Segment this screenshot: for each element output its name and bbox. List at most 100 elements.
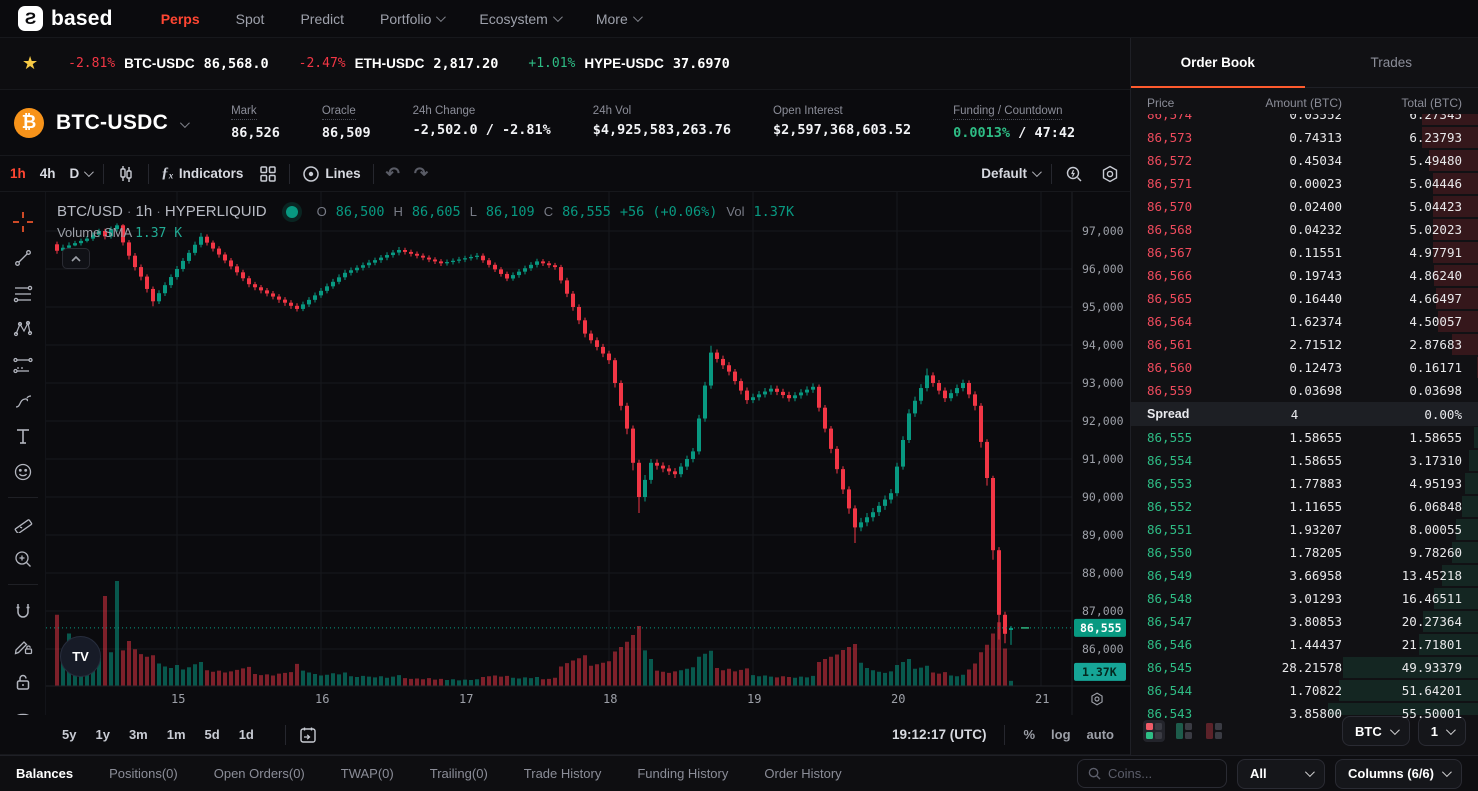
range-1d[interactable]: 1d [239, 727, 254, 742]
ticker-item[interactable]: +1.01% HYPE-USDC 37.6970 [528, 56, 729, 72]
range-1m[interactable]: 1m [167, 727, 186, 742]
tab-trades[interactable]: Trades [1305, 38, 1478, 87]
fib-retracement-tool-icon[interactable] [6, 277, 40, 310]
book-view-combined-icon[interactable] [1143, 720, 1165, 742]
range-5y[interactable]: 5y [62, 727, 76, 742]
emoji-tool-icon[interactable] [6, 455, 40, 488]
bottom-tab-balances[interactable]: Balances [16, 766, 73, 781]
order-book-row-ask[interactable]: 86,571 0.00023 5.04446 [1131, 172, 1478, 195]
stat-label[interactable]: Mark [231, 105, 257, 120]
order-book-row-ask[interactable]: 86,566 0.19743 4.86240 [1131, 264, 1478, 287]
ticker-item[interactable]: -2.81% BTC-USDC 86,568.0 [68, 56, 269, 72]
nav-item-predict[interactable]: Predict [300, 11, 344, 27]
scale-auto[interactable]: auto [1087, 727, 1114, 742]
forecast-tool-icon[interactable] [6, 349, 40, 382]
filter-all-select[interactable]: All [1237, 758, 1326, 789]
chevron-down-icon[interactable] [180, 118, 190, 129]
coins-search-input[interactable] [1108, 766, 1209, 781]
candle-style-icon[interactable] [116, 164, 136, 184]
drawing-mode-lock-tool-icon[interactable] [6, 630, 40, 663]
order-book-row-bid[interactable]: 86,552 1.11655 6.06848 [1131, 495, 1478, 518]
order-book-row-ask[interactable]: 86,567 0.11551 4.97791 [1131, 241, 1478, 264]
order-book-row-ask[interactable]: 86,560 0.12473 0.16171 [1131, 356, 1478, 379]
order-book-row-ask[interactable]: 86,568 0.04232 5.02023 [1131, 218, 1478, 241]
order-book-row-bid[interactable]: 86,543 3.85800 55.50001 [1131, 702, 1478, 718]
order-book-row-bid[interactable]: 86,550 1.78205 9.78260 [1131, 541, 1478, 564]
order-book-row-bid[interactable]: 86,546 1.44437 21.71801 [1131, 633, 1478, 656]
chart-area[interactable]: 97,000 96,000 95,000 94,000 93,000 92,000 91,0… [46, 192, 1130, 715]
range-3m[interactable]: 3m [129, 727, 148, 742]
nav-item-more[interactable]: More [596, 11, 643, 27]
bottom-tab-trailing-[interactable]: Trailing(0) [430, 766, 488, 781]
order-book-row-ask[interactable]: 86,570 0.02400 5.04423 [1131, 195, 1478, 218]
ruler-tool-icon[interactable] [6, 507, 40, 540]
text-tool-icon[interactable] [6, 420, 40, 453]
book-view-asks-icon[interactable] [1203, 720, 1225, 742]
interval-d[interactable]: D [70, 166, 95, 181]
order-book-row-bid[interactable]: 86,553 1.77883 4.95193 [1131, 472, 1478, 495]
legend-symbol[interactable]: BTC/USD · 1h · HYPERLIQUID [57, 203, 267, 220]
star-icon[interactable]: ★ [22, 53, 38, 74]
stat-label[interactable]: Oracle [321, 105, 356, 120]
brush-tool-icon[interactable] [6, 384, 40, 417]
range-5d[interactable]: 5d [205, 727, 220, 742]
order-book-row-bid[interactable]: 86,548 3.01293 16.46511 [1131, 587, 1478, 610]
order-book-row-bid[interactable]: 86,544 1.70822 51.64201 [1131, 679, 1478, 702]
bottom-tab-trade-history[interactable]: Trade History [524, 766, 602, 781]
order-book-row-ask[interactable]: 86,574 0.03552 6.27345 [1131, 114, 1478, 126]
book-asset-select[interactable]: BTC [1342, 716, 1410, 746]
order-book-row-ask[interactable]: 86,564 1.62374 4.50057 [1131, 310, 1478, 333]
order-book-row-ask[interactable]: 86,565 0.16440 4.66497 [1131, 287, 1478, 310]
brand-logo[interactable]: Ƨ based [18, 6, 113, 31]
order-book-row-bid[interactable]: 86,555 1.58655 1.58655 [1131, 426, 1478, 449]
order-book-row-ask[interactable]: 86,573 0.74313 6.23793 [1131, 126, 1478, 149]
chart-settings-icon[interactable] [1100, 164, 1120, 184]
scale-percent[interactable]: % [1023, 727, 1035, 742]
legend-collapse-button[interactable] [62, 248, 90, 269]
bottom-tab-twap-[interactable]: TWAP(0) [341, 766, 394, 781]
interval-1h[interactable]: 1h [10, 166, 26, 181]
book-grouping-select[interactable]: 1 [1417, 716, 1466, 746]
volume-sma-legend[interactable]: Volume SMA 1.37 K [57, 225, 182, 241]
nav-item-ecosystem[interactable]: Ecosystem [479, 11, 563, 27]
scale-log[interactable]: log [1051, 727, 1071, 742]
nav-item-spot[interactable]: Spot [236, 11, 265, 27]
undo-button[interactable]: ↶ [386, 164, 400, 184]
order-book-row-bid[interactable]: 86,545 28.21578 49.93379 [1131, 656, 1478, 679]
book-view-bids-icon[interactable] [1173, 720, 1195, 742]
zoom-in-tool-icon[interactable] [6, 543, 40, 576]
bottom-tab-funding-history[interactable]: Funding History [637, 766, 728, 781]
columns-select[interactable]: Columns (6/6) [1335, 758, 1462, 789]
interval-4h[interactable]: 4h [40, 166, 56, 181]
layout-select[interactable]: Default [981, 166, 1042, 181]
tradingview-logo[interactable]: TV [60, 636, 101, 677]
tab-order-book[interactable]: Order Book [1131, 38, 1305, 87]
order-book-row-ask[interactable]: 86,559 0.03698 0.03698 [1131, 379, 1478, 402]
magnet-tool-icon[interactable] [6, 594, 40, 627]
order-book-row-bid[interactable]: 86,549 3.66958 13.45218 [1131, 564, 1478, 587]
bottom-tab-positions-[interactable]: Positions(0) [109, 766, 178, 781]
candlestick-chart[interactable]: 97,000 96,000 95,000 94,000 93,000 92,000 91,0… [46, 192, 1130, 715]
bottom-tab-order-history[interactable]: Order History [764, 766, 841, 781]
order-book-row-bid[interactable]: 86,554 1.58655 3.17310 [1131, 449, 1478, 472]
go-to-date-icon[interactable] [298, 725, 318, 745]
nav-item-portfolio[interactable]: Portfolio [380, 11, 447, 27]
indicators-button[interactable]: ƒₓ Indicators [161, 165, 243, 182]
price-axis-settings-icon[interactable] [1088, 690, 1106, 711]
order-book-row-ask[interactable]: 86,561 2.71512 2.87683 [1131, 333, 1478, 356]
order-book-row-bid[interactable]: 86,547 3.80853 20.27364 [1131, 610, 1478, 633]
layout-grid-icon[interactable] [259, 165, 277, 183]
nav-item-perps[interactable]: Perps [161, 11, 200, 27]
bottom-tab-open-orders-[interactable]: Open Orders(0) [214, 766, 305, 781]
pair-name[interactable]: BTC-USDC [56, 111, 168, 135]
coins-search[interactable] [1077, 759, 1228, 788]
redo-button[interactable]: ↷ [414, 164, 428, 184]
range-1y[interactable]: 1y [95, 727, 109, 742]
stat-label[interactable]: Funding / Countdown [953, 105, 1063, 120]
ticker-item[interactable]: -2.47% ETH-USDC 2,817.20 [299, 56, 499, 72]
crosshair-tool-icon[interactable] [6, 206, 40, 239]
order-book-row-ask[interactable]: 86,572 0.45034 5.49480 [1131, 149, 1478, 172]
trend-line-tool-icon[interactable] [6, 242, 40, 275]
lines-button[interactable]: Lines [302, 165, 361, 183]
order-book-row-bid[interactable]: 86,551 1.93207 8.00055 [1131, 518, 1478, 541]
